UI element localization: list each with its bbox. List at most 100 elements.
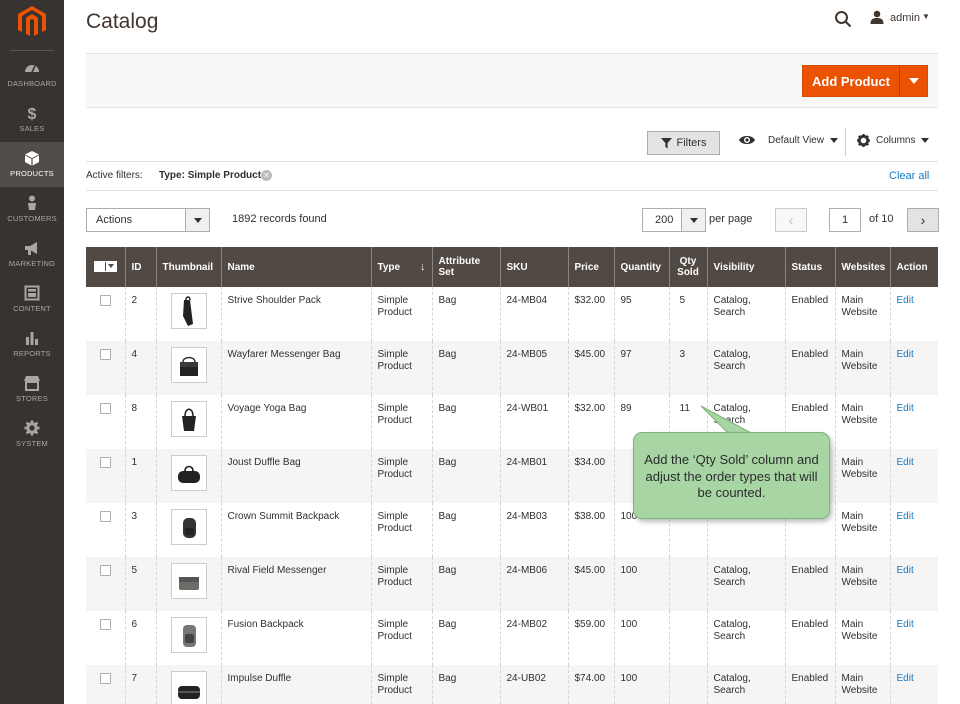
remove-filter-icon[interactable]: ✕ (261, 170, 272, 181)
search-icon[interactable] (834, 10, 852, 28)
cell-name: Impulse Duffle (220, 665, 371, 704)
column-header-attribute-set[interactable]: Attribute Set (431, 247, 500, 287)
per-page-select[interactable]: 200 (642, 208, 706, 232)
row-select-cell[interactable] (86, 449, 125, 503)
row-select-cell[interactable] (86, 341, 125, 395)
per-page-value: 200 (655, 214, 674, 226)
row-checkbox[interactable] (100, 403, 111, 414)
edit-link[interactable]: Edit (897, 673, 914, 684)
sidebar-item-customers[interactable]: CUSTOMERS (0, 187, 64, 232)
sidebar-item-products[interactable]: PRODUCTS (0, 142, 64, 187)
sidebar-item-marketing[interactable]: MARKETING (0, 232, 64, 277)
product-thumbnail-image (182, 518, 196, 538)
logo-divider (10, 50, 54, 51)
admin-sidebar: DASHBOARD $ SALES PRODUCTS CUSTOMERS MARKETIN… (0, 0, 64, 704)
cell-price: $34.00 (567, 449, 614, 503)
previous-page-button[interactable]: ‹ (775, 208, 807, 232)
product-thumbnail[interactable] (170, 455, 207, 491)
product-thumbnail[interactable] (170, 617, 207, 653)
active-filter-chip: Type: Simple Product (159, 170, 262, 181)
edit-link[interactable]: Edit (897, 565, 914, 576)
column-header-type[interactable]: Type ↓ (370, 247, 432, 287)
clear-all-link[interactable]: Clear all (889, 170, 929, 182)
chevron-left-icon: ‹ (788, 212, 794, 228)
cell-status: Enabled (784, 287, 835, 341)
user-menu-caret-icon[interactable]: ▼ (922, 12, 930, 21)
column-header-id[interactable]: ID (124, 247, 156, 287)
row-select-cell[interactable] (86, 611, 125, 665)
table-row[interactable]: 5 Rival Field Messenger Simple Product Bag 2… (86, 557, 938, 611)
cell-id: 6 (124, 611, 156, 665)
sidebar-item-dashboard[interactable]: DASHBOARD (0, 52, 64, 97)
row-select-cell[interactable] (86, 287, 125, 341)
user-icon[interactable] (870, 10, 884, 24)
cell-attribute-set: Bag (431, 665, 500, 704)
columns-dropdown[interactable]: Columns (857, 134, 930, 147)
cell-websites: Main Website (834, 449, 890, 503)
row-checkbox[interactable] (100, 511, 111, 522)
cell-qty-sold: 5 (668, 287, 707, 341)
column-header-status[interactable]: Status (784, 247, 835, 287)
product-thumbnail[interactable] (170, 293, 207, 329)
records-found-count: 1892 records found (232, 213, 327, 225)
column-header-quantity[interactable]: Quantity (613, 247, 669, 287)
filters-button[interactable]: Filters (647, 131, 720, 155)
column-header-qty-sold[interactable]: Qty Sold (668, 247, 707, 287)
column-header-name[interactable]: Name (220, 247, 371, 287)
cell-id: 5 (124, 557, 156, 611)
sidebar-item-sales[interactable]: $ SALES (0, 97, 64, 142)
next-page-button[interactable]: › (907, 208, 939, 232)
row-select-cell[interactable] (86, 503, 125, 557)
chevron-down-icon[interactable] (681, 209, 705, 231)
row-checkbox[interactable] (100, 457, 111, 468)
default-view-dropdown[interactable]: Default View (738, 134, 838, 146)
table-row[interactable]: 7 Impulse Duffle Simple Product Bag 24-UB02 $… (86, 665, 938, 704)
edit-link[interactable]: Edit (897, 619, 914, 630)
chevron-down-icon[interactable] (185, 209, 209, 231)
row-select-cell[interactable] (86, 557, 125, 611)
row-checkbox[interactable] (100, 565, 111, 576)
sort-arrow-icon: ↓ (420, 260, 426, 273)
edit-link[interactable]: Edit (897, 403, 914, 414)
column-header-sku[interactable]: SKU (499, 247, 568, 287)
product-thumbnail[interactable] (170, 509, 207, 545)
column-header-price[interactable]: Price (567, 247, 614, 287)
row-checkbox[interactable] (100, 673, 111, 684)
row-select-cell[interactable] (86, 395, 125, 449)
add-product-button[interactable]: Add Product (802, 65, 900, 97)
sidebar-item-system[interactable]: SYSTEM (0, 412, 64, 457)
row-checkbox[interactable] (100, 295, 111, 306)
table-row[interactable]: 4 Wayfarer Messenger Bag Simple Product Bag… (86, 341, 938, 395)
product-thumbnail[interactable] (170, 563, 207, 599)
mass-select-header[interactable] (86, 247, 125, 287)
current-page-input[interactable]: 1 (829, 208, 861, 232)
column-header-websites[interactable]: Websites (834, 247, 890, 287)
edit-link[interactable]: Edit (897, 511, 914, 522)
table-row[interactable]: 6 Fusion Backpack Simple Product Bag 24-MB02… (86, 611, 938, 665)
mass-select-checkbox[interactable] (94, 260, 117, 272)
cell-sku: 24-MB03 (499, 503, 568, 557)
product-thumbnail[interactable] (170, 347, 207, 383)
row-checkbox[interactable] (100, 349, 111, 360)
sidebar-item-content[interactable]: CONTENT (0, 277, 64, 322)
edit-link[interactable]: Edit (897, 295, 914, 306)
mass-actions-select[interactable]: Actions (86, 208, 210, 232)
edit-link[interactable]: Edit (897, 349, 914, 360)
admin-user-menu[interactable]: admin (890, 12, 920, 24)
column-header-visibility[interactable]: Visibility (706, 247, 785, 287)
add-product-type-toggle[interactable] (899, 65, 928, 97)
edit-link[interactable]: Edit (897, 457, 914, 468)
magento-logo-icon[interactable] (18, 6, 46, 38)
row-checkbox[interactable] (100, 619, 111, 630)
table-row[interactable]: 2 Strive Shoulder Pack Simple Product Bag 24… (86, 287, 938, 341)
cell-visibility: Catalog, Search (706, 287, 785, 341)
cell-price: $74.00 (567, 665, 614, 704)
row-select-cell[interactable] (86, 665, 125, 704)
caret-down-icon (921, 138, 930, 143)
sidebar-item-reports[interactable]: REPORTS (0, 322, 64, 367)
product-thumbnail[interactable] (170, 671, 207, 704)
sidebar-item-stores[interactable]: STORES (0, 367, 64, 412)
cell-action: Edit (889, 557, 938, 611)
product-thumbnail[interactable] (170, 401, 207, 437)
product-thumbnail-image (177, 465, 200, 483)
